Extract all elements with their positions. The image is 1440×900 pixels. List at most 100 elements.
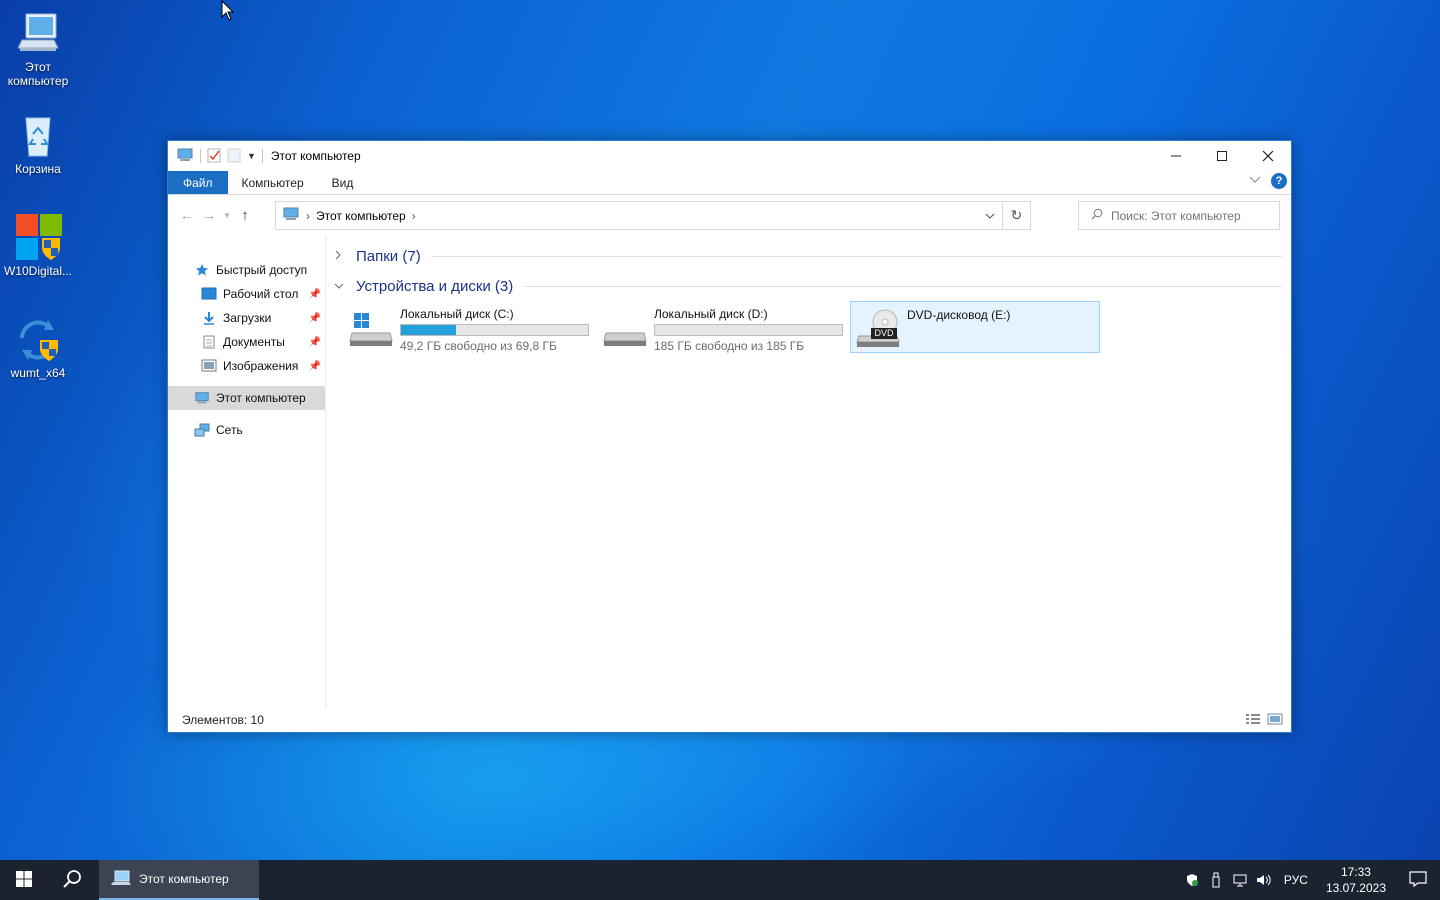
maximize-button[interactable]: [1199, 141, 1245, 171]
computer-small-icon: [194, 390, 210, 406]
windows-shield-app-icon: [14, 214, 62, 262]
help-icon[interactable]: ?: [1271, 173, 1287, 189]
navigation-bar: ← → ▼ ↑ › Этот компьютер › ↻: [168, 195, 1291, 235]
clock[interactable]: 17:33 13.07.2023: [1316, 864, 1396, 896]
drive-d[interactable]: Локальный диск (D:) 185 ГБ свободно из 1…: [598, 301, 848, 353]
start-button[interactable]: [0, 860, 48, 900]
windows-logo-icon: [16, 870, 32, 890]
clock-time: 17:33: [1340, 865, 1371, 879]
customize-qat-icon[interactable]: ▼: [247, 151, 256, 161]
toolbar-separator: [261, 149, 263, 163]
chevron-right-icon: [334, 250, 348, 263]
system-drive-icon: [348, 307, 394, 347]
content-pane: Папки (7) Устройства и диски (3) Локальн…: [326, 236, 1291, 708]
nav-network[interactable]: Сеть: [168, 418, 325, 442]
pin-icon: 📌: [308, 336, 321, 348]
drive-usage-bar: [400, 324, 589, 336]
nav-quick-access[interactable]: Быстрый доступ: [168, 258, 325, 282]
pin-icon: 📌: [308, 360, 321, 372]
mouse-cursor-icon: [221, 0, 235, 25]
tab-computer[interactable]: Компьютер: [228, 171, 318, 194]
update-shield-app-icon: [14, 316, 62, 364]
group-folders[interactable]: Папки (7): [334, 248, 1282, 265]
nav-downloads[interactable]: Загрузки 📌: [168, 306, 325, 330]
computer-icon: [14, 10, 62, 58]
drive-name: Локальный диск (D:): [654, 307, 768, 321]
minimize-button[interactable]: [1153, 141, 1199, 171]
item-count: Элементов: 10: [182, 713, 264, 727]
action-center-button[interactable]: [1396, 860, 1440, 900]
drive-name: DVD-дисковод (E:): [907, 308, 1011, 322]
recycle-bin-icon: [14, 112, 62, 160]
chevron-down-icon: [334, 281, 348, 293]
volume-icon[interactable]: [1252, 860, 1276, 900]
desktop-icon-w10digital[interactable]: W10Digital...: [0, 214, 76, 278]
dvd-badge: DVD: [874, 328, 894, 338]
drive-free-space: 49,2 ГБ свободно из 69,8 ГБ: [400, 339, 557, 353]
up-arrow-icon[interactable]: ↑: [234, 207, 256, 224]
search-box[interactable]: [1078, 201, 1280, 230]
nav-pictures[interactable]: Изображения 📌: [168, 354, 325, 378]
properties-icon[interactable]: [207, 147, 221, 166]
notification-icon: [1409, 870, 1427, 890]
forward-arrow-icon[interactable]: →: [198, 207, 220, 224]
tab-view[interactable]: Вид: [318, 171, 368, 194]
nav-desktop[interactable]: Рабочий стол 📌: [168, 282, 325, 306]
usb-device-icon[interactable]: [1204, 860, 1228, 900]
document-icon: [201, 334, 217, 350]
drive-name: Локальный диск (C:): [400, 307, 514, 321]
search-input[interactable]: [1111, 208, 1271, 223]
group-devices[interactable]: Устройства и диски (3): [334, 278, 1282, 295]
system-tray: РУС 17:33 13.07.2023: [1180, 860, 1440, 900]
group-divider: [523, 286, 1282, 287]
dvd-drive-icon: DVD: [855, 308, 901, 348]
nav-this-pc[interactable]: Этот компьютер: [168, 386, 325, 410]
close-button[interactable]: [1245, 141, 1291, 171]
computer-small-icon: [176, 148, 194, 165]
large-icons-view-icon[interactable]: [1267, 713, 1283, 728]
breadcrumb-separator-icon[interactable]: ›: [412, 209, 416, 223]
desktop-icon-wumt[interactable]: wumt_x64: [0, 316, 76, 380]
drive-c[interactable]: Локальный диск (C:) 49,2 ГБ свободно из …: [344, 301, 594, 353]
pin-icon: 📌: [308, 312, 321, 324]
desktop-folder-icon: [201, 286, 217, 302]
download-arrow-icon: [201, 310, 217, 326]
network-tray-icon[interactable]: [1228, 860, 1252, 900]
address-dropdown-icon[interactable]: [978, 202, 1002, 229]
details-view-icon[interactable]: [1245, 713, 1261, 728]
back-arrow-icon[interactable]: ←: [176, 207, 198, 224]
pictures-icon: [201, 358, 217, 374]
status-bar: Элементов: 10: [168, 708, 1291, 732]
refresh-icon[interactable]: ↻: [1002, 202, 1030, 229]
search-icon: [62, 869, 82, 892]
expand-ribbon-icon[interactable]: [1249, 176, 1261, 187]
clock-date: 13.07.2023: [1325, 881, 1386, 895]
breadcrumb-separator-icon[interactable]: ›: [306, 209, 310, 223]
toolbar-separator: [200, 149, 201, 163]
nav-documents[interactable]: Документы 📌: [168, 330, 325, 354]
pin-icon: 📌: [308, 288, 321, 300]
drive-free-space: 185 ГБ свободно из 185 ГБ: [654, 339, 805, 353]
security-shield-icon[interactable]: [1180, 860, 1204, 900]
computer-small-icon: [111, 870, 131, 889]
desktop-icon-this-pc[interactable]: Этот компьютер: [0, 10, 76, 88]
drive-usage-bar: [654, 324, 843, 336]
input-language[interactable]: РУС: [1276, 873, 1316, 887]
desktop-icon-recycle-bin[interactable]: Корзина: [0, 112, 76, 176]
window-title: Этот компьютер: [270, 149, 361, 163]
group-divider: [430, 256, 1282, 257]
search-icon: [1091, 208, 1103, 223]
address-bar[interactable]: › Этот компьютер › ↻: [275, 201, 1031, 230]
new-folder-icon[interactable]: [227, 147, 241, 166]
recent-locations-icon[interactable]: ▼: [220, 211, 234, 220]
network-icon: [194, 422, 210, 438]
drive-e-dvd[interactable]: DVD DVD-дисковод (E:): [850, 301, 1100, 353]
taskbar-app-explorer[interactable]: Этот компьютер: [99, 860, 259, 900]
taskbar-search-button[interactable]: [48, 860, 96, 900]
breadcrumb-this-pc[interactable]: Этот компьютер: [316, 209, 406, 223]
computer-small-icon: [282, 207, 300, 224]
tab-file[interactable]: Файл: [168, 171, 228, 194]
drive-usage-fill: [401, 325, 457, 335]
title-bar[interactable]: ▼ Этот компьютер: [168, 141, 1291, 171]
explorer-window: ▼ Этот компьютер Файл Компьютер Вид ? ← …: [167, 140, 1292, 733]
